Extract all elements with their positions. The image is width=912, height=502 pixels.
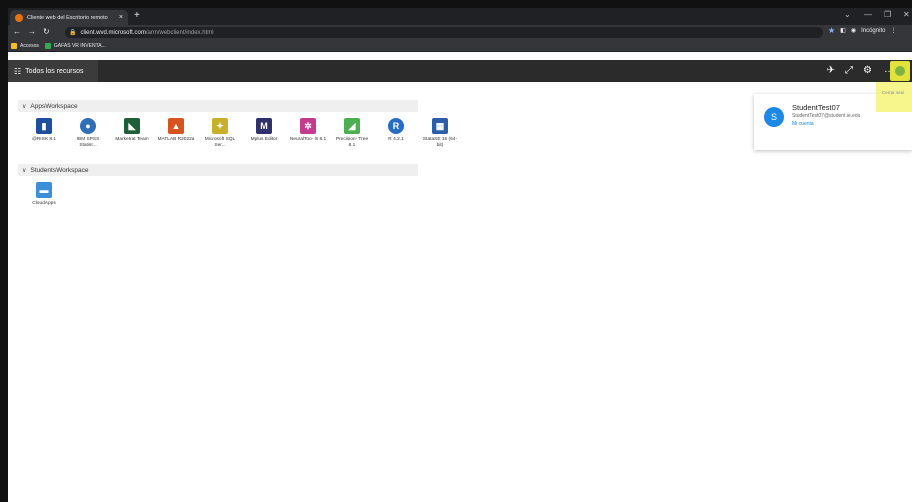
app-stata[interactable]: ▦ StataSE 16 (64-bit) bbox=[418, 118, 462, 149]
navigation-bar: ← → ↻ 🔒 client.wvd.microsoft.com /arm/we… bbox=[8, 25, 912, 40]
back-icon[interactable]: ← bbox=[13, 27, 21, 36]
screen-border-top bbox=[0, 0, 912, 8]
workspace-header-students[interactable]: ∨ StudentsWorkspace bbox=[18, 164, 418, 176]
grid-icon: ☷ bbox=[14, 66, 22, 76]
app-marketrat[interactable]: ◣ Marketrat Team bbox=[110, 118, 154, 149]
app-neuraltools[interactable]: ✲ NeuralToo- ls 8.1 bbox=[286, 118, 330, 149]
matlab-icon: ▲ bbox=[168, 118, 184, 134]
app-header: ☷ Todos los recursos ✈ ⤢ ⚙ … bbox=[8, 60, 912, 82]
chevron-down-icon: ∨ bbox=[22, 103, 27, 110]
url-host: client.wvd.microsoft.com bbox=[80, 29, 146, 36]
bookmark-accesos[interactable]: Accesos bbox=[11, 42, 39, 49]
neuraltools-icon: ✲ bbox=[300, 118, 316, 134]
app-r[interactable]: RR 4.2.1 bbox=[374, 118, 418, 149]
app-risk[interactable]: ▮ @RISK 8.1 bbox=[22, 118, 66, 149]
bookmark-gafas[interactable]: GAFAS VR INVENTA... bbox=[44, 42, 106, 49]
pin-icon[interactable]: ✈ bbox=[827, 65, 835, 76]
account-name: StudentTest07 bbox=[792, 103, 840, 112]
app-mplus[interactable]: M Mplus Editor bbox=[242, 118, 286, 149]
folder-icon bbox=[11, 42, 17, 49]
chevron-down-icon: ∨ bbox=[22, 167, 27, 174]
workspace-header-apps[interactable]: ∨ AppsWorkspace bbox=[18, 100, 418, 112]
sheets-icon bbox=[44, 42, 51, 49]
restore-icon[interactable]: ❐ bbox=[884, 10, 891, 19]
sign-out-button[interactable]: Cerrar sesi bbox=[876, 82, 912, 112]
spss-icon: ● bbox=[80, 118, 96, 134]
new-tab-icon[interactable]: + bbox=[134, 10, 140, 22]
incognito-icon: ◉ bbox=[850, 28, 857, 34]
app-cloudapps[interactable]: ▬ CloudApps bbox=[22, 182, 66, 207]
app-matlab[interactable]: ▲ MATLAB R2022a bbox=[154, 118, 198, 149]
lock-icon: 🔒 bbox=[69, 30, 77, 36]
header-actions: ✈ ⤢ ⚙ bbox=[827, 65, 872, 76]
address-bar[interactable]: 🔒 client.wvd.microsoft.com /arm/webclien… bbox=[65, 27, 823, 38]
account-button[interactable] bbox=[890, 61, 910, 81]
r-icon: R bbox=[388, 118, 404, 134]
all-resources-tab[interactable]: ☷ Todos los recursos bbox=[8, 60, 98, 82]
tab-search-icon[interactable]: ⌄ bbox=[844, 10, 851, 19]
screen-border-left bbox=[0, 0, 8, 502]
user-avatar-icon bbox=[895, 66, 905, 76]
account-email: StudentTest07@student.ie.edu bbox=[792, 113, 861, 119]
forward-icon[interactable]: → bbox=[28, 27, 36, 36]
my-account-link[interactable]: Mi cuenta bbox=[792, 121, 814, 127]
app-sql-server[interactable]: ✦ Microsoft SQL Ser... bbox=[198, 118, 242, 149]
bookmarks-bar: Accesos GAFAS VR INVENTA... bbox=[8, 40, 912, 52]
close-tab-icon[interactable]: × bbox=[119, 14, 123, 21]
tab-title: Cliente web del Escritorio remoto bbox=[27, 14, 108, 21]
url-path: /arm/webclient/index.html bbox=[145, 29, 214, 36]
stata-icon: ▦ bbox=[432, 118, 448, 134]
marketrat-icon: ◣ bbox=[124, 118, 140, 134]
incognito-label[interactable]: Incógnito bbox=[861, 28, 885, 34]
minimize-icon[interactable]: — bbox=[864, 10, 872, 19]
sql-server-icon: ✦ bbox=[212, 118, 228, 134]
settings-gear-icon[interactable]: ⚙ bbox=[863, 65, 872, 76]
apps-workspace-grid: ▮ @RISK 8.1 ● IBM SPSS Statist... ◣ Marketr… bbox=[22, 118, 462, 149]
close-window-icon[interactable]: ✕ bbox=[903, 10, 910, 19]
fullscreen-icon[interactable]: ⤢ bbox=[845, 65, 853, 76]
app-title: Todos los recursos bbox=[25, 67, 84, 75]
remote-desktop-icon bbox=[15, 13, 23, 22]
tab-strip: Cliente web del Escritorio remoto × + ⌄ … bbox=[8, 8, 912, 25]
risk-icon: ▮ bbox=[36, 118, 52, 134]
app-spss[interactable]: ● IBM SPSS Statist... bbox=[66, 118, 110, 149]
side-panel-icon[interactable]: ◧ bbox=[840, 27, 846, 34]
browser-tab[interactable]: Cliente web del Escritorio remoto × bbox=[10, 10, 128, 25]
app-precisiontree[interactable]: ◢ Precision- Tree 8.1 bbox=[330, 118, 374, 149]
cloudapps-icon: ▬ bbox=[36, 182, 52, 198]
mplus-icon: M bbox=[256, 118, 272, 134]
browser-window: Cliente web del Escritorio remoto × + ⌄ … bbox=[8, 8, 912, 502]
browser-actions: ★ ◧ ◉ Incógnito ⋮ bbox=[828, 26, 896, 35]
students-workspace-grid: ▬ CloudApps bbox=[22, 182, 66, 207]
reload-icon[interactable]: ↻ bbox=[43, 27, 50, 36]
menu-kebab-icon[interactable]: ⋮ bbox=[890, 27, 896, 34]
account-avatar: S bbox=[764, 107, 784, 127]
bookmark-star-icon[interactable]: ★ bbox=[828, 26, 835, 35]
precisiontree-icon: ◢ bbox=[344, 118, 360, 134]
